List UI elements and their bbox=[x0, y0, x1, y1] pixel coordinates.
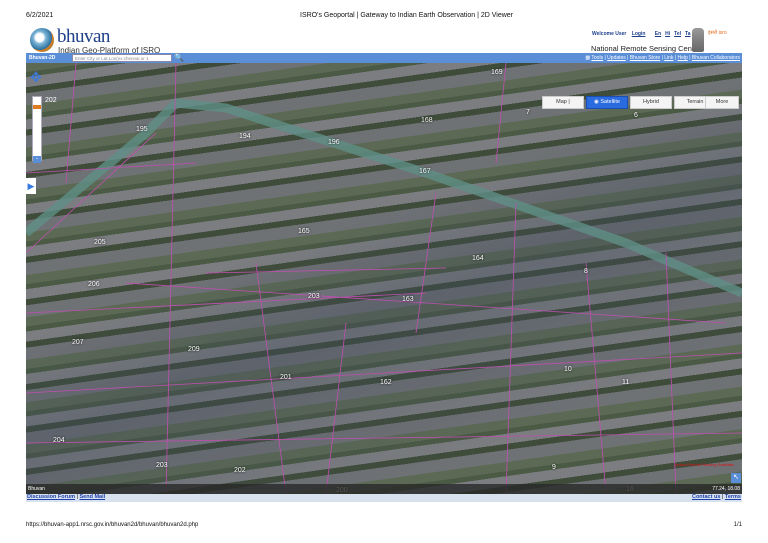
page-number: 1/1 bbox=[733, 522, 742, 528]
imagery-attribution: Indian Remote Sensing Satellites bbox=[675, 462, 734, 467]
parcel-label: 163 bbox=[402, 296, 414, 303]
map-type-satellite[interactable]: ◉ Satellite bbox=[586, 96, 628, 109]
parcel-label: 165 bbox=[298, 228, 310, 235]
coordinate-readout: 77.24, 18.08 bbox=[712, 486, 740, 492]
print-date: 6/2/2021 bbox=[26, 12, 54, 19]
expand-panel-icon[interactable]: ▶ bbox=[26, 178, 36, 194]
isro-logo: इसरो isro bbox=[708, 30, 727, 36]
login-link[interactable]: Login bbox=[632, 31, 646, 37]
map-type-hybrid[interactable]: Hybrid bbox=[630, 96, 672, 109]
brand-name: bhuvan bbox=[57, 26, 110, 47]
map-type-map[interactable]: Map | bbox=[542, 96, 584, 109]
satellite-label: Satellite bbox=[600, 99, 620, 105]
parcel-label: 202 bbox=[234, 467, 246, 474]
pan-control-icon[interactable]: ✥ bbox=[30, 69, 42, 86]
lang-ta[interactable]: Ta bbox=[685, 31, 690, 37]
parcel-label: 169 bbox=[491, 69, 503, 76]
parcel-label: 11 bbox=[622, 379, 630, 386]
parcel-label: 10 bbox=[564, 366, 572, 373]
cursor-icon[interactable]: ↖ bbox=[731, 473, 741, 483]
parcel-label: 209 bbox=[188, 346, 200, 353]
globe-icon bbox=[30, 28, 54, 52]
search-icon[interactable]: 🔍 bbox=[174, 53, 184, 62]
tools-icon[interactable]: ▩ bbox=[585, 55, 590, 61]
lang-hi[interactable]: Hi bbox=[665, 31, 670, 37]
zoom-level-marker[interactable] bbox=[33, 105, 41, 109]
parcel-label: 9 bbox=[552, 464, 556, 471]
parcel-label: 194 bbox=[239, 133, 251, 140]
parcel-label: 8 bbox=[584, 268, 588, 275]
parcel-label: 204 bbox=[53, 437, 65, 444]
status-label: Bhuvan bbox=[28, 486, 45, 492]
link-collaborators[interactable]: Bhuvan Collaborators bbox=[692, 55, 740, 61]
parcel-label: 203 bbox=[308, 293, 320, 300]
link-link[interactable]: Link bbox=[664, 55, 673, 61]
send-mail-link[interactable]: Send Mail bbox=[79, 494, 105, 500]
lang-tel[interactable]: Tel bbox=[674, 31, 681, 37]
discussion-forum-link[interactable]: Discussion Forum bbox=[27, 494, 75, 500]
contact-link[interactable]: Contact us bbox=[692, 494, 720, 500]
bhuvan-logo[interactable]: bhuvan Indian Geo-Platform of ISRO bbox=[30, 26, 330, 55]
parcel-label: 167 bbox=[419, 168, 431, 175]
parcel-label: 168 bbox=[421, 117, 433, 124]
print-url: https://bhuvan-app1.nrsc.gov.in/bhuvan2d… bbox=[26, 522, 199, 528]
parcel-label: 203 bbox=[156, 462, 168, 469]
map-status-bar: Bhuvan 77.24, 18.08 bbox=[26, 484, 742, 494]
parcel-label: 195 bbox=[136, 126, 148, 133]
zoom-slider[interactable] bbox=[32, 96, 42, 161]
map-canvas[interactable]: 169 7 6 195 194 168 196 167 165 164 8 20… bbox=[26, 63, 742, 494]
print-title: ISRO's Geoportal | Gateway to Indian Ear… bbox=[300, 12, 514, 19]
parcel-label: 206 bbox=[88, 281, 100, 288]
footer: Discussion Forum | Send Mail Contact us … bbox=[26, 494, 742, 502]
zoom-level-label: 202 bbox=[45, 97, 57, 104]
mode-label: Bhuvan-2D bbox=[29, 55, 56, 61]
org-name: National Remote Sensing Centre bbox=[591, 44, 701, 53]
zoom-out-button[interactable]: - bbox=[33, 156, 41, 163]
national-emblem-icon bbox=[692, 28, 704, 52]
location-search-input[interactable]: Enter City or Lat,Lon(ex:chennai or 1 bbox=[72, 54, 172, 62]
terms-link[interactable]: Terms bbox=[725, 494, 741, 500]
map-type-more[interactable]: More bbox=[705, 96, 739, 109]
toolbar: Bhuvan-2D Enter City or Lat,Lon(ex:chenn… bbox=[26, 53, 742, 63]
parcel-label: 6 bbox=[634, 112, 638, 119]
link-help[interactable]: Help bbox=[678, 55, 688, 61]
parcel-label: 196 bbox=[328, 139, 340, 146]
toolbar-links: ▩ Tools | Updates | Bhuvan Store | Link … bbox=[585, 55, 740, 61]
parcel-label: 205 bbox=[94, 239, 106, 246]
link-tools[interactable]: Tools bbox=[591, 55, 603, 61]
parcel-label: 162 bbox=[380, 379, 392, 386]
welcome-text: Welcome User bbox=[592, 31, 627, 37]
parcel-label: 164 bbox=[472, 255, 484, 262]
link-store[interactable]: Bhuvan Store bbox=[630, 55, 660, 61]
parcel-label: 7 bbox=[526, 109, 530, 116]
parcel-boundaries bbox=[26, 63, 742, 494]
link-updates[interactable]: Updates bbox=[607, 55, 626, 61]
lang-en[interactable]: En bbox=[655, 31, 661, 37]
parcel-label: 201 bbox=[280, 374, 292, 381]
user-links: Welcome User Login En Hi Tel Ta bbox=[592, 31, 690, 37]
parcel-label: 207 bbox=[72, 339, 84, 346]
